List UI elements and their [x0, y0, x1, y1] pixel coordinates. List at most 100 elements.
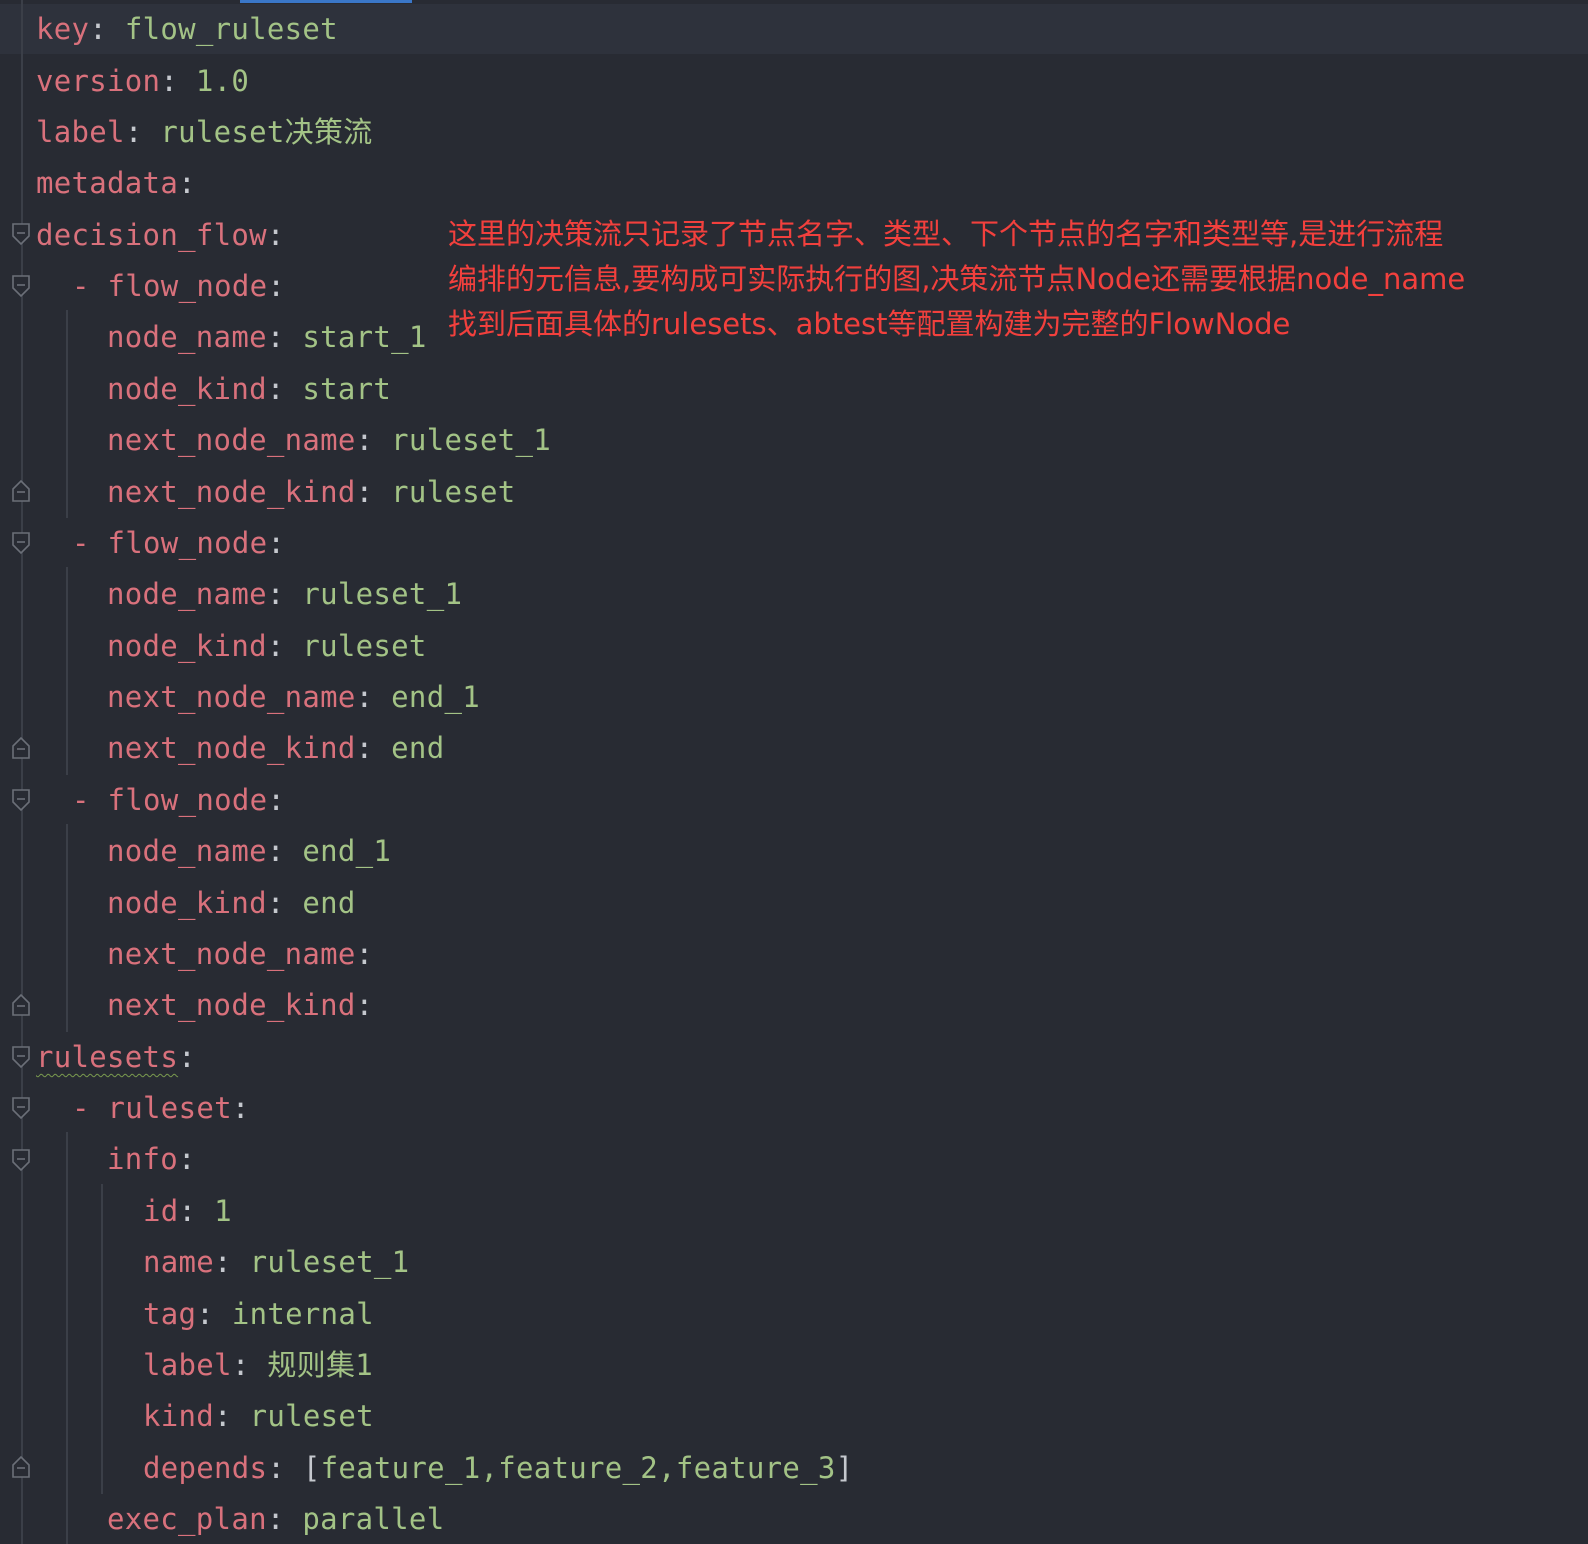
- yaml-key: key: [36, 12, 90, 46]
- yaml-key: flow_node: [107, 269, 268, 303]
- yaml-value: end: [391, 731, 445, 765]
- indent-guide: [66, 824, 68, 1032]
- code-line[interactable]: metadata:: [36, 157, 196, 209]
- yaml-key: name: [143, 1245, 215, 1279]
- yaml-value: end_1: [391, 680, 480, 714]
- yaml-key: info: [107, 1142, 179, 1176]
- annotation-note: 这里的决策流只记录了节点名字、类型、下个节点的名字和类型等,是进行流程 编排的元…: [448, 212, 1578, 347]
- fold-end-icon[interactable]: [11, 1455, 31, 1479]
- yaml-key: node_name: [107, 320, 267, 354]
- code-line[interactable]: id: 1: [143, 1185, 232, 1237]
- code-line[interactable]: node_kind: start: [107, 363, 391, 415]
- annotation-line: 找到后面具体的rulesets、abtest等配置构建为完整的FlowNode: [448, 307, 1291, 341]
- yaml-value: ruleset: [391, 475, 516, 509]
- yaml-key: flow_node: [107, 526, 268, 560]
- bracket-close: ]: [835, 1451, 854, 1485]
- yaml-value: parallel: [302, 1502, 445, 1536]
- code-line[interactable]: kind: ruleset: [143, 1390, 374, 1442]
- yaml-key: next_node_name: [107, 937, 356, 971]
- yaml-value: ruleset_1: [249, 1245, 410, 1279]
- code-line[interactable]: node_kind: end: [107, 877, 356, 929]
- bracket-open: [: [302, 1451, 321, 1485]
- code-line[interactable]: next_node_name:: [107, 928, 373, 980]
- code-line[interactable]: name: ruleset_1: [143, 1236, 409, 1288]
- code-line[interactable]: node_kind: ruleset: [107, 620, 427, 672]
- yaml-key: label: [143, 1348, 232, 1382]
- yaml-key: tag: [143, 1297, 197, 1331]
- code-line[interactable]: depends: [feature_1,feature_2,feature_3]: [143, 1442, 853, 1494]
- indent-guide: [66, 310, 68, 518]
- fold-end-icon[interactable]: [11, 993, 31, 1017]
- fold-open-icon[interactable]: [11, 788, 31, 812]
- code-line[interactable]: label: 规则集1: [143, 1339, 373, 1391]
- code-line[interactable]: tag: internal: [143, 1288, 374, 1340]
- yaml-key: label: [36, 115, 125, 149]
- yaml-value: end_1: [302, 834, 392, 868]
- yaml-key: ruleset: [107, 1091, 232, 1125]
- yaml-value: ruleset: [249, 1399, 374, 1433]
- yaml-key: kind: [143, 1399, 215, 1433]
- yaml-key: decision_flow: [36, 218, 267, 252]
- yaml-key: node_kind: [107, 629, 267, 663]
- code-line[interactable]: key: flow_ruleset: [36, 3, 338, 55]
- yaml-key: flow_node: [107, 783, 268, 817]
- yaml-value: ruleset决策流: [160, 115, 373, 149]
- yaml-value: end: [302, 886, 356, 920]
- code-line[interactable]: - flow_node:: [72, 774, 285, 826]
- yaml-key: node_name: [107, 834, 267, 868]
- yaml-value: flow_ruleset: [124, 12, 338, 46]
- code-line[interactable]: next_node_name: ruleset_1: [107, 414, 551, 466]
- fold-open-icon[interactable]: [11, 222, 31, 246]
- yaml-value: start_1: [302, 320, 427, 354]
- fold-end-icon[interactable]: [11, 479, 31, 503]
- yaml-key: node_kind: [107, 372, 267, 406]
- yaml-value: ruleset_1: [391, 423, 552, 457]
- fold-open-icon[interactable]: [11, 1096, 31, 1120]
- yaml-key: next_node_name: [107, 423, 356, 457]
- yaml-value: ruleset_1: [302, 577, 463, 611]
- yaml-value: 1.0: [195, 64, 250, 98]
- code-line[interactable]: exec_plan: parallel: [107, 1493, 444, 1544]
- code-line[interactable]: - flow_node:: [72, 260, 285, 312]
- yaml-key: id: [143, 1194, 179, 1228]
- yaml-value: 1: [214, 1194, 232, 1228]
- yaml-key: next_node_kind: [107, 731, 356, 765]
- code-line[interactable]: node_name: start_1: [107, 311, 427, 363]
- fold-open-icon[interactable]: [11, 531, 31, 555]
- code-line[interactable]: next_node_kind: end: [107, 722, 444, 774]
- code-line[interactable]: - flow_node:: [72, 517, 285, 569]
- annotation-line: 编排的元信息,要构成可实际执行的图,决策流节点Node还需要根据node_nam…: [448, 262, 1466, 296]
- code-line[interactable]: next_node_name: end_1: [107, 671, 480, 723]
- yaml-key: depends: [143, 1451, 268, 1485]
- code-line[interactable]: next_node_kind: ruleset: [107, 466, 516, 518]
- code-line[interactable]: node_name: ruleset_1: [107, 568, 462, 620]
- indent-guide: [66, 567, 68, 775]
- code-editor[interactable]: key: flow_ruleset version: 1.0 label: ru…: [0, 0, 1588, 1544]
- annotation-line: 这里的决策流只记录了节点名字、类型、下个节点的名字和类型等,是进行流程: [448, 217, 1444, 251]
- code-line[interactable]: decision_flow:: [36, 209, 285, 261]
- yaml-key: next_node_kind: [107, 988, 356, 1022]
- code-line[interactable]: info:: [107, 1133, 196, 1185]
- code-line[interactable]: - ruleset:: [72, 1082, 250, 1134]
- code-line[interactable]: label: ruleset决策流: [36, 106, 373, 158]
- yaml-value: ruleset: [302, 629, 427, 663]
- yaml-value: start: [302, 372, 392, 406]
- yaml-key: version: [36, 64, 161, 98]
- yaml-key-spellcheck: rulesets: [36, 1040, 179, 1074]
- yaml-value: 规则集1: [267, 1348, 374, 1382]
- fold-open-icon[interactable]: [11, 1045, 31, 1069]
- yaml-key: next_node_kind: [107, 475, 356, 509]
- fold-open-icon[interactable]: [11, 274, 31, 298]
- code-line[interactable]: rulesets:: [36, 1031, 196, 1083]
- yaml-key: node_name: [107, 577, 267, 611]
- indent-guide: [66, 1132, 68, 1544]
- yaml-key: node_kind: [107, 886, 267, 920]
- yaml-value: feature_1,feature_2,feature_3: [320, 1451, 836, 1485]
- yaml-key: metadata: [36, 166, 179, 200]
- fold-end-icon[interactable]: [11, 736, 31, 760]
- code-line[interactable]: version: 1.0: [36, 55, 249, 107]
- code-line[interactable]: next_node_kind:: [107, 979, 373, 1031]
- fold-open-icon[interactable]: [11, 1148, 31, 1172]
- yaml-key: exec_plan: [107, 1502, 267, 1536]
- code-line[interactable]: node_name: end_1: [107, 825, 391, 877]
